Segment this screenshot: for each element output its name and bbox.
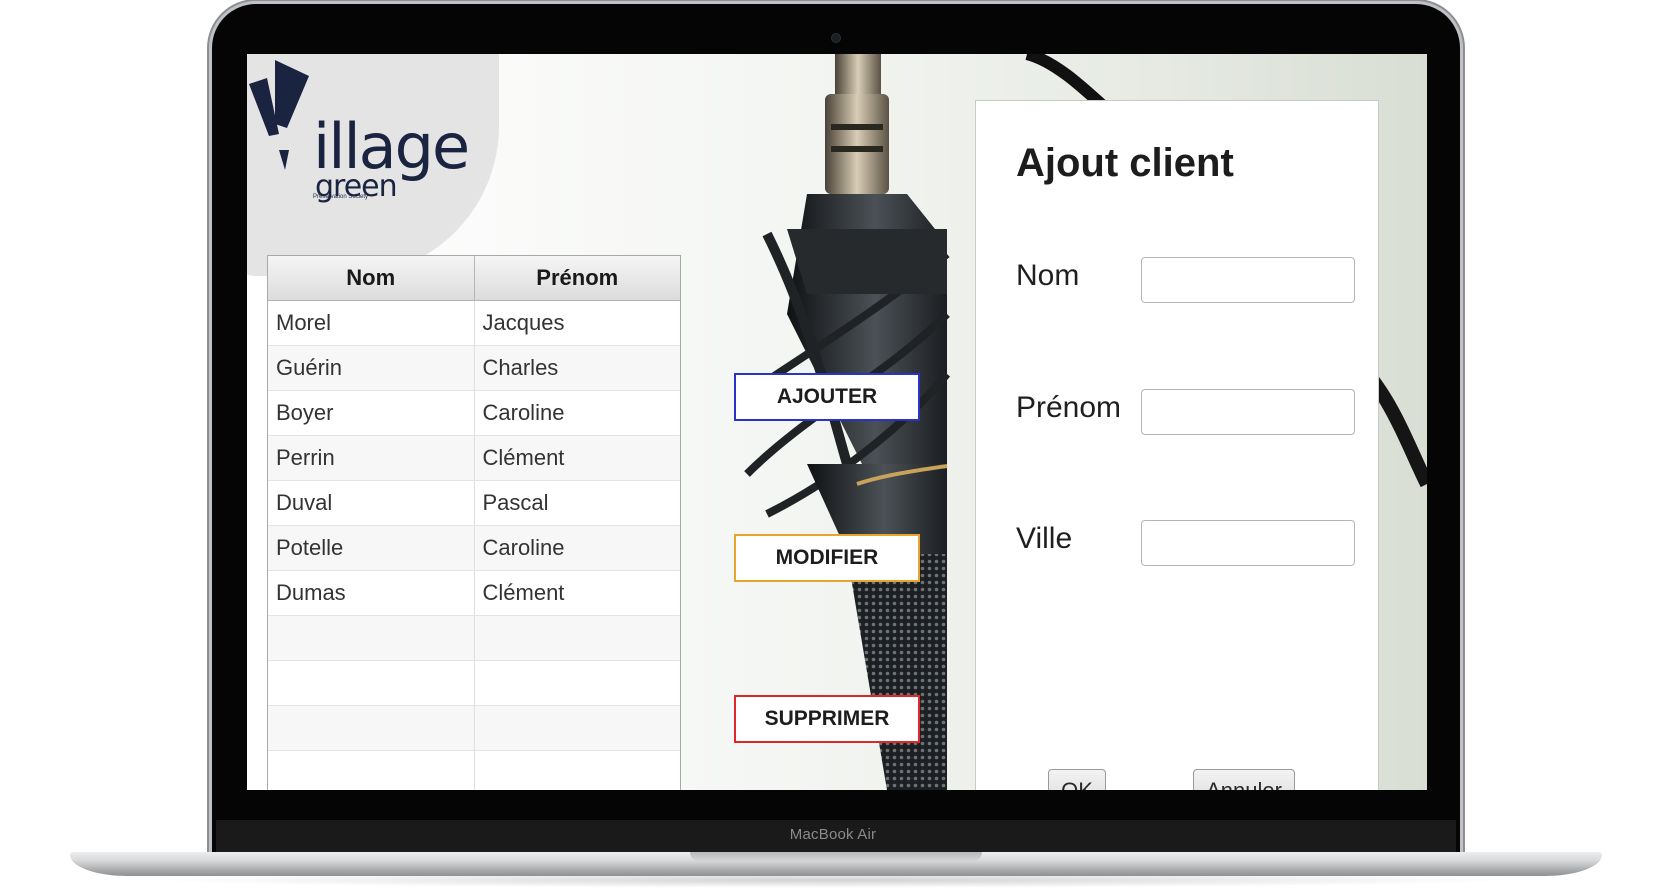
- form-title: Ajout client: [1016, 141, 1234, 185]
- table-row[interactable]: Boyer Caroline: [268, 391, 680, 436]
- cell-nom: [268, 706, 474, 750]
- cell-nom: Duval: [276, 490, 333, 515]
- cell-prenom: [473, 751, 681, 790]
- nom-label: Nom: [1016, 259, 1080, 292]
- cell-prenom: Clément: [473, 436, 681, 480]
- ville-label: Ville: [1016, 522, 1073, 555]
- column-header-nom[interactable]: Nom: [268, 256, 474, 300]
- table-header: Nom Prénom: [268, 256, 680, 301]
- table-row[interactable]: [268, 751, 680, 790]
- cell-nom: [268, 616, 474, 660]
- add-button[interactable]: AJOUTER: [734, 373, 920, 421]
- cell-prenom: Pascal: [473, 481, 681, 525]
- logo-tagline: Preservation Society: [313, 194, 369, 200]
- cell-nom: Morel: [276, 310, 332, 335]
- table-row[interactable]: [268, 616, 680, 661]
- nom-input[interactable]: [1141, 257, 1355, 303]
- cell-prenom: Charles: [473, 346, 681, 390]
- cell-prenom: Jacques: [473, 301, 681, 345]
- device-label: MacBook Air: [789, 826, 877, 843]
- table-row[interactable]: Potelle Caroline: [268, 526, 680, 571]
- table-row[interactable]: Perrin Clément: [268, 436, 680, 481]
- table-body: Morel Jacques Guérin Charles Boyer Caroline Pe…: [268, 301, 680, 790]
- cancel-button[interactable]: Annuler: [1193, 769, 1295, 790]
- cell-prenom: [473, 616, 681, 660]
- table-row[interactable]: Duval Pascal: [268, 481, 680, 526]
- cell-nom: Potelle: [276, 535, 344, 560]
- cell-nom: Perrin: [276, 445, 335, 470]
- prenom-label: Prénom: [1016, 391, 1122, 424]
- table-row[interactable]: Morel Jacques: [268, 301, 680, 346]
- cell-prenom: [473, 661, 681, 705]
- client-table[interactable]: Nom Prénom Morel Jacques Guérin Charles Boye…: [267, 255, 681, 790]
- add-client-panel: Ajout client Nom Prénom Ville OK Annuler: [975, 100, 1379, 790]
- camera-icon: [832, 34, 840, 42]
- cell-prenom: Caroline: [473, 526, 681, 570]
- cell-nom: Dumas: [276, 580, 346, 605]
- cell-nom: Guérin: [276, 355, 343, 380]
- laptop-hinge-notch: [690, 852, 982, 861]
- cell-nom: [268, 661, 474, 705]
- column-header-prenom[interactable]: Prénom: [473, 256, 681, 300]
- ville-input[interactable]: [1141, 520, 1355, 566]
- table-row[interactable]: [268, 706, 680, 751]
- cell-nom: Boyer: [276, 400, 334, 425]
- cell-prenom: Caroline: [473, 391, 681, 435]
- ok-button[interactable]: OK: [1048, 769, 1106, 790]
- table-row[interactable]: [268, 661, 680, 706]
- cell-prenom: Clément: [473, 571, 681, 615]
- app-screen: illage green Preservation Society Nom Pr…: [247, 54, 1427, 790]
- prenom-input[interactable]: [1141, 389, 1355, 435]
- table-row[interactable]: Dumas Clément: [268, 571, 680, 616]
- table-row[interactable]: Guérin Charles: [268, 346, 680, 391]
- cell-prenom: [473, 706, 681, 750]
- delete-button[interactable]: SUPPRIMER: [734, 695, 920, 743]
- edit-button[interactable]: MODIFIER: [734, 534, 920, 582]
- cell-nom: [268, 751, 474, 790]
